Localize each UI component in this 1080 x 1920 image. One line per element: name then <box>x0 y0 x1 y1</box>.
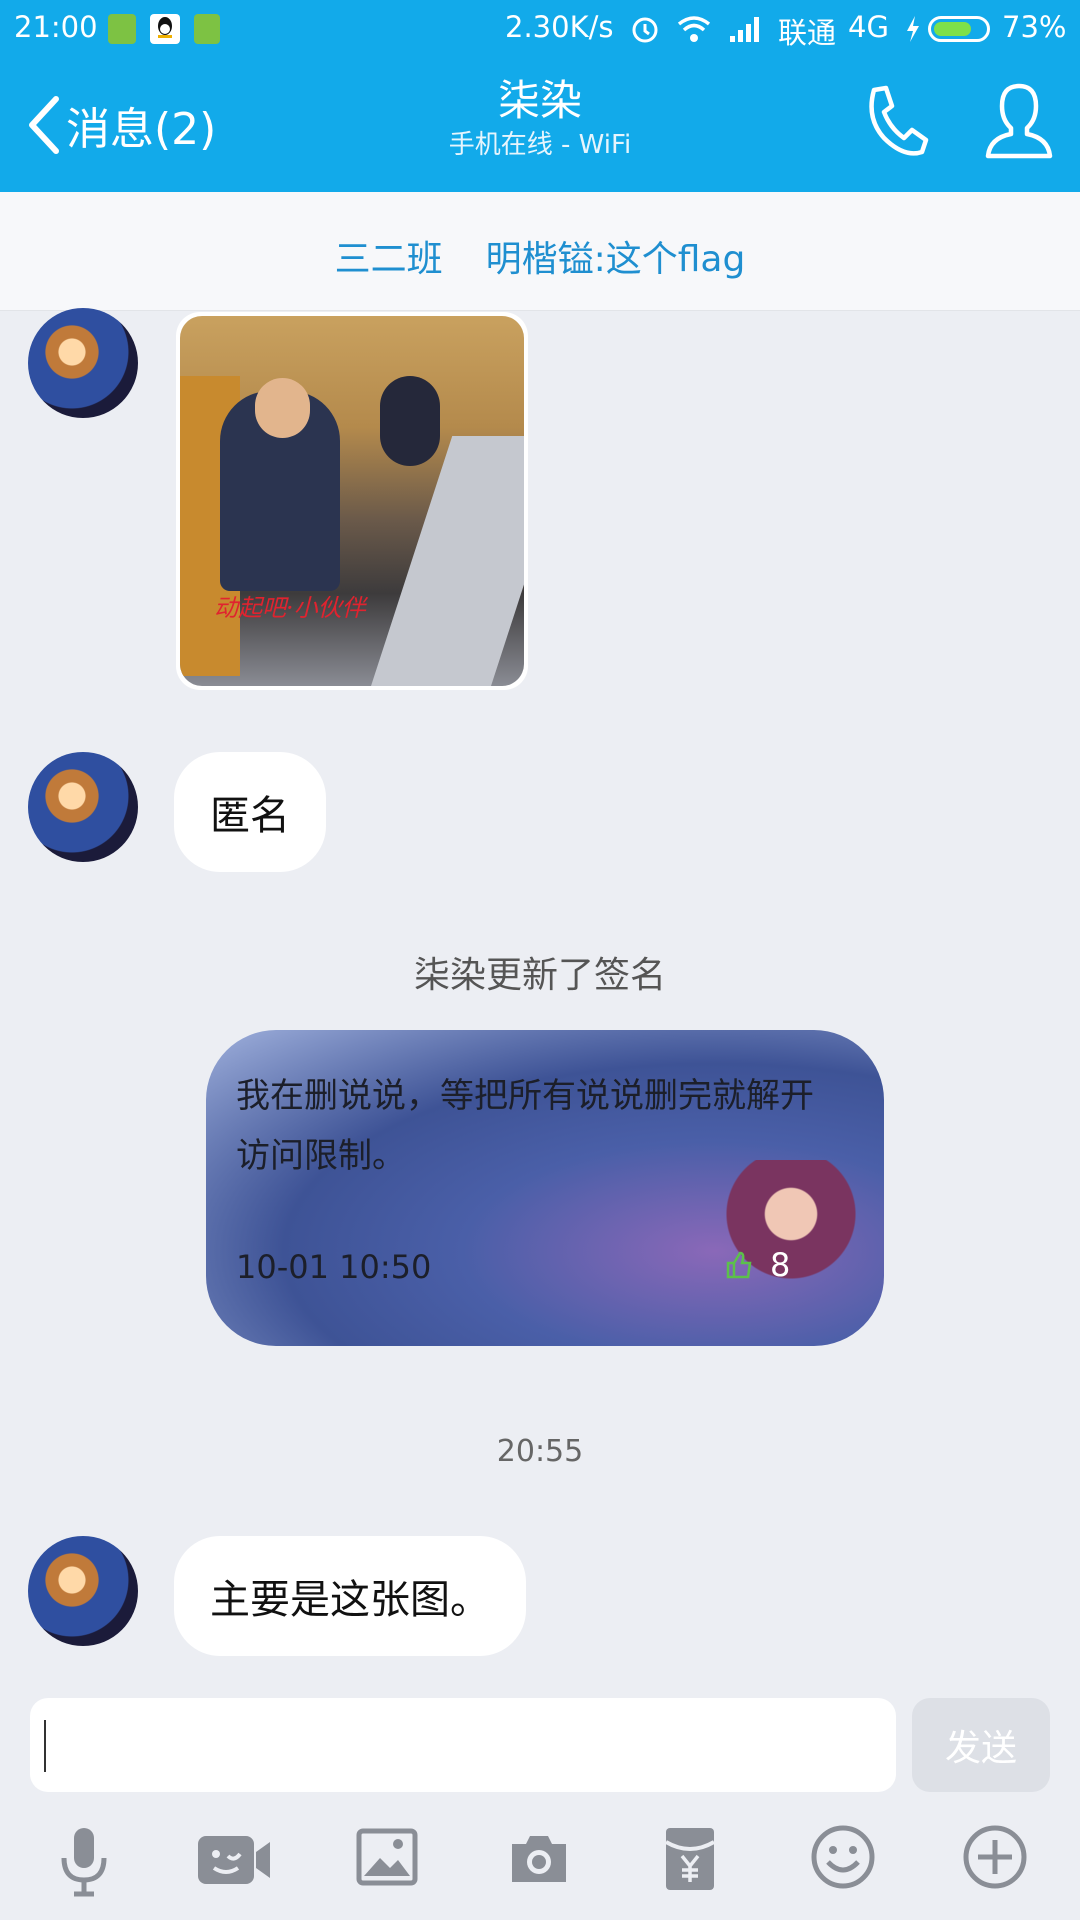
banner-group: 三二班 <box>334 239 443 280</box>
battery-fill <box>934 22 971 36</box>
banner-message: 明楷镒:这个flag <box>485 239 746 280</box>
timestamp-text: 20:55 <box>496 1434 584 1469</box>
input-bar: 发送 <box>0 1684 1080 1920</box>
qq-icon <box>150 14 180 44</box>
text-bubble[interactable]: 主要是这张图。 <box>174 1536 526 1656</box>
camera-icon <box>512 1836 566 1882</box>
plus-icon <box>963 1825 1027 1889</box>
image-icon <box>356 1828 418 1886</box>
contact-name: 柒染 <box>497 76 582 125</box>
group-message-banner[interactable]: 三二班 明楷镒:这个flag <box>0 192 1080 311</box>
sim-icon <box>194 14 220 44</box>
call-button[interactable] <box>860 82 930 166</box>
photo: 动起吧·小伙伴 <box>180 316 524 686</box>
title-bar: 消息(2) 柒染 手机在线 - WiFi <box>0 60 1080 192</box>
battery-percent: 73% <box>1002 10 1067 44</box>
red-packet-icon <box>664 1828 716 1890</box>
status-bar: 21:00 2.30K/s 联通 4G 73% <box>0 0 1080 60</box>
carrier: 联通 <box>778 16 837 50</box>
microphone-icon <box>61 1828 107 1897</box>
charging-icon <box>904 14 922 48</box>
message-text: 主要是这张图。 <box>210 1577 490 1623</box>
wifi-icon <box>676 14 712 48</box>
like-button[interactable]: 8 <box>726 1246 790 1284</box>
signature-text: 我在删说说，等把所有说说删完就解开访问限制。 <box>236 1076 814 1176</box>
send-button[interactable]: 发送 <box>912 1698 1050 1792</box>
avatar[interactable] <box>28 308 138 418</box>
photo-caption: 动起吧·小伙伴 <box>214 594 366 622</box>
back-button[interactable]: 消息(2) <box>24 90 216 160</box>
video-chat-button[interactable] <box>196 1830 272 1894</box>
status-time: 21:00 <box>14 10 98 44</box>
message-text: 匿名 <box>210 793 290 839</box>
signature-date: 10-01 10:50 <box>236 1248 432 1286</box>
video-chat-icon <box>198 1836 270 1884</box>
person-icon <box>985 83 1053 159</box>
like-count: 8 <box>770 1246 791 1284</box>
signal-icon <box>728 14 762 48</box>
shield-icon <box>108 14 136 44</box>
send-label: 发送 <box>944 1728 1017 1769</box>
timestamp: 20:55 <box>0 1434 1080 1469</box>
notice-text: 柒染更新了签名 <box>413 955 666 996</box>
network-type: 4G <box>848 10 889 44</box>
battery-icon <box>928 16 990 42</box>
contact-title[interactable]: 柒染 手机在线 - WiFi <box>340 76 740 164</box>
red-packet-button[interactable] <box>664 1826 716 1896</box>
chevron-left-icon <box>29 96 59 154</box>
avatar[interactable] <box>28 752 138 862</box>
more-button[interactable] <box>962 1824 1028 1894</box>
emoji-icon <box>811 1825 875 1889</box>
camera-button[interactable] <box>508 1830 570 1890</box>
system-notice: 柒染更新了签名 <box>0 946 1080 998</box>
phone-icon <box>869 85 929 156</box>
net-speed: 2.30K/s <box>505 10 614 44</box>
signature-card[interactable]: 我在删说说，等把所有说说删完就解开访问限制。 10-01 10:50 8 <box>206 1030 884 1346</box>
alarm-icon <box>630 14 660 48</box>
profile-button[interactable] <box>984 80 1054 168</box>
image-message[interactable]: 动起吧·小伙伴 <box>176 312 528 690</box>
back-label: 消息(2) <box>66 104 217 155</box>
text-bubble[interactable]: 匿名 <box>174 752 326 872</box>
text-cursor <box>44 1720 46 1772</box>
message-input[interactable] <box>30 1698 896 1792</box>
thumbs-up-icon <box>726 1251 752 1279</box>
emoji-button[interactable] <box>810 1824 876 1894</box>
toolbar <box>0 1824 1080 1914</box>
microphone-button[interactable] <box>54 1824 114 1904</box>
image-button[interactable] <box>356 1828 418 1890</box>
contact-status: 手机在线 - WiFi <box>448 130 632 160</box>
avatar[interactable] <box>28 1536 138 1646</box>
